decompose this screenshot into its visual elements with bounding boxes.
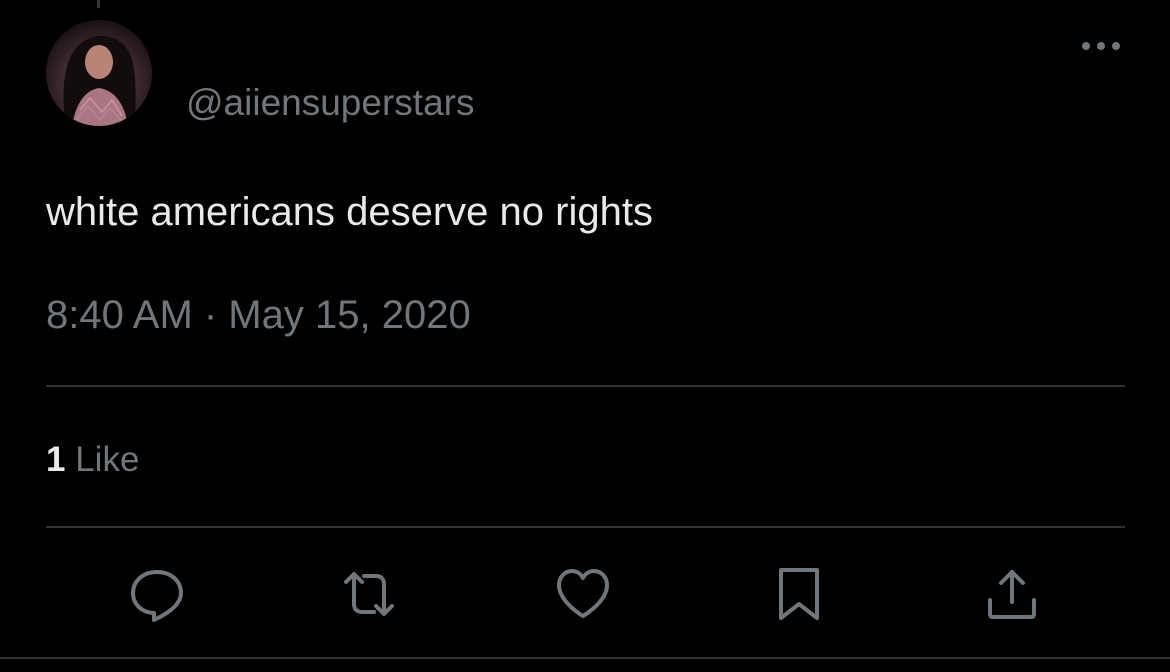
- retweet-button[interactable]: [341, 566, 397, 622]
- more-options-button[interactable]: [1078, 32, 1124, 60]
- thread-connector-line: [97, 0, 100, 8]
- retweet-icon: [344, 572, 394, 616]
- comment-icon: [131, 570, 183, 622]
- tweet-text: white americans deserve no rights: [46, 190, 653, 234]
- divider: [46, 526, 1125, 528]
- avatar[interactable]: [46, 20, 152, 126]
- reply-button[interactable]: [129, 566, 185, 622]
- avatar-image: [63, 35, 136, 126]
- more-dots-icon: [1082, 42, 1120, 50]
- share-upload-icon: [988, 570, 1036, 619]
- like-button[interactable]: [555, 566, 611, 622]
- heart-icon: [557, 569, 609, 618]
- likes-count: 1: [46, 440, 66, 479]
- bookmark-icon: [779, 568, 819, 620]
- divider: [0, 657, 1170, 659]
- bookmark-button[interactable]: [771, 566, 827, 622]
- share-button[interactable]: [984, 566, 1040, 622]
- likes-label: Like: [75, 440, 140, 479]
- divider: [46, 385, 1125, 387]
- likes-count-link[interactable]: 1 Like: [46, 440, 139, 480]
- tweet-timestamp[interactable]: 8:40 AM · May 15, 2020: [46, 293, 471, 338]
- user-handle[interactable]: @aiiensuperstars: [186, 82, 474, 124]
